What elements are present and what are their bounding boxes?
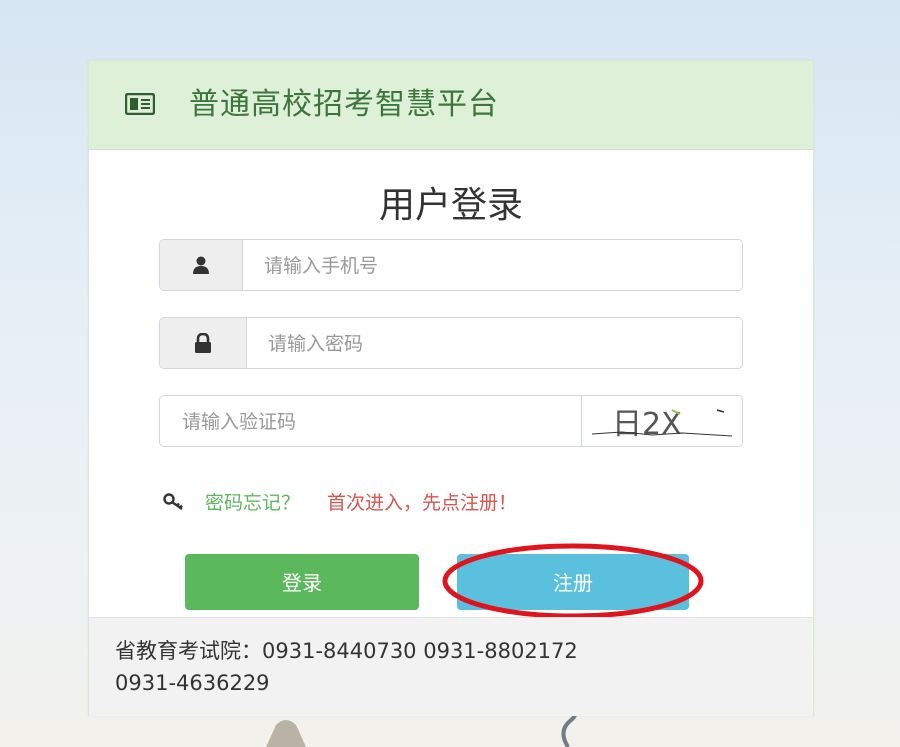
card-footer: 省教育考试院：0931-8440730 0931-8802172 0931-46… — [89, 617, 813, 716]
login-title: 用户登录 — [378, 185, 523, 226]
footer-contact-line-2: 0931-4636229 — [115, 671, 270, 695]
login-card: 普通高校招考智慧平台 用户登录 日2X — [88, 60, 814, 716]
captcha-image[interactable]: 日2X — [581, 396, 742, 446]
id-card-icon — [125, 93, 155, 115]
captcha-graphic: 日2X — [591, 407, 733, 442]
key-icon — [163, 493, 183, 510]
footer-contact-line-1: 省教育考试院：0931-8440730 0931-8802172 — [115, 639, 578, 663]
password-input[interactable] — [266, 318, 736, 368]
user-icon — [193, 256, 209, 274]
register-button[interactable]: 注册 — [457, 554, 689, 610]
login-button[interactable]: 登录 — [185, 554, 419, 610]
phone-input-group — [159, 239, 743, 291]
phone-input[interactable] — [262, 240, 736, 290]
forgot-password-link[interactable]: 密码忘记？ — [205, 489, 300, 517]
password-input-group — [159, 317, 743, 369]
first-visit-register-hint[interactable]: 首次进入，先点注册！ — [327, 489, 517, 517]
card-header: 普通高校招考智慧平台 — [89, 61, 813, 150]
captcha-input[interactable] — [180, 396, 584, 446]
captcha-input-group: 日2X — [159, 395, 743, 447]
lock-icon — [195, 333, 211, 353]
platform-title: 普通高校招考智慧平台 — [189, 87, 499, 122]
captcha-text: 日2X — [612, 407, 682, 442]
user-addon — [160, 240, 243, 290]
lock-addon — [160, 318, 247, 368]
